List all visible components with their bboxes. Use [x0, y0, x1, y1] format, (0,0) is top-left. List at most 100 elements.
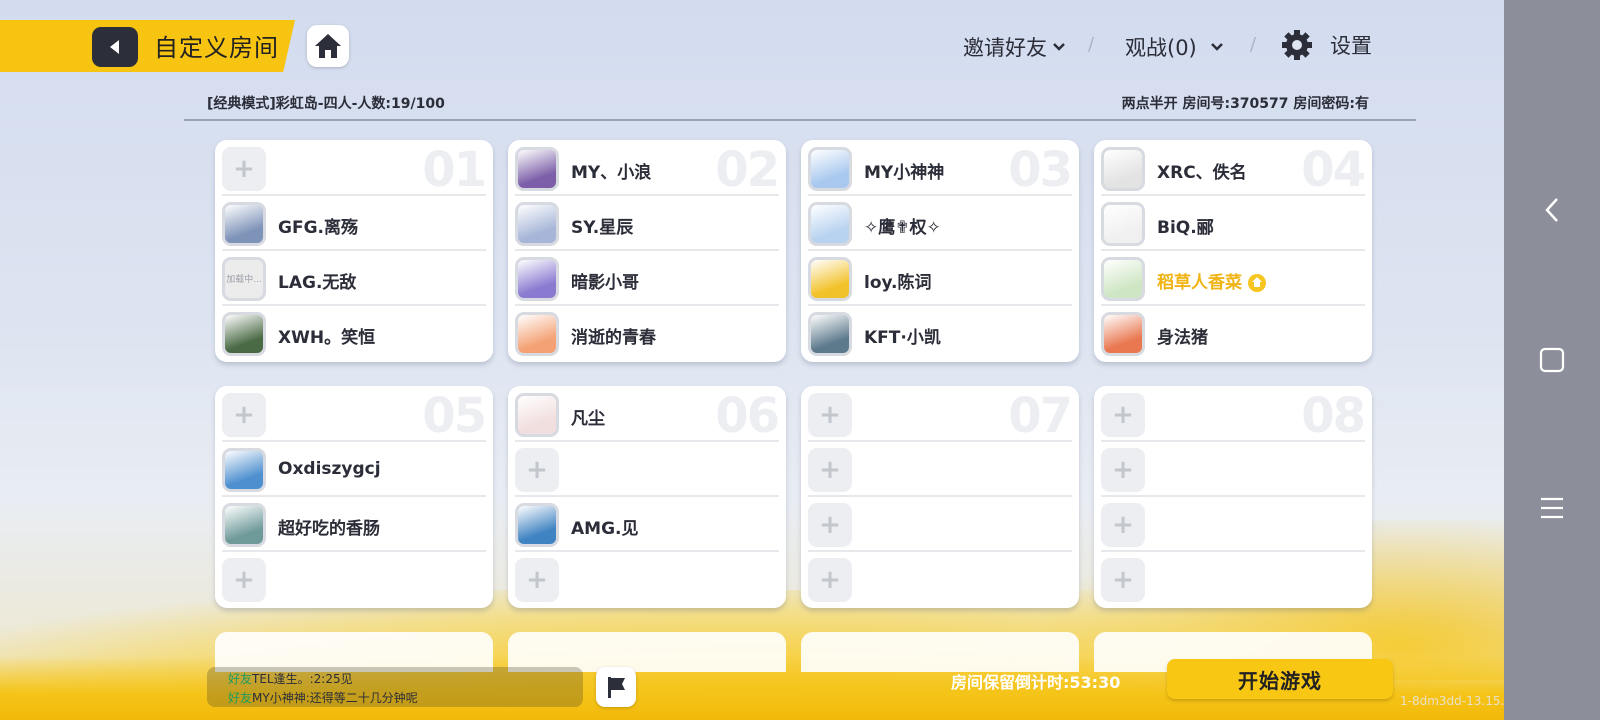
settings-label: 设置	[1330, 34, 1372, 58]
player-slot[interactable]: 稻草人香菜	[1101, 252, 1365, 306]
avatar[interactable]	[222, 448, 266, 492]
player-slot[interactable]: SY.星辰	[515, 197, 779, 251]
add-player-icon[interactable]: +	[808, 393, 852, 437]
player-slot[interactable]: Oxdiszygcj	[222, 443, 486, 497]
player-slot[interactable]: 凡尘	[515, 388, 779, 442]
player-slot[interactable]: +	[515, 443, 779, 497]
avatar[interactable]	[1101, 147, 1145, 191]
player-name: LAG.无敌	[278, 268, 356, 293]
slot-divider	[1101, 495, 1365, 497]
room-mode-info: [经典模式]彩虹岛-四人-人数:19/100	[207, 96, 445, 112]
room-owner-icon	[1248, 274, 1266, 292]
player-slot[interactable]: 消逝的青春	[515, 307, 779, 361]
player-slot[interactable]: +	[808, 553, 1072, 607]
home-button[interactable]	[307, 25, 349, 67]
player-slot[interactable]: +	[808, 498, 1072, 552]
player-slot[interactable]: +	[1101, 443, 1365, 497]
avatar[interactable]	[808, 257, 852, 301]
version-label: 1-8dm3dd-13.15.1218943	[1400, 694, 1504, 708]
flag-button[interactable]	[596, 667, 636, 707]
slot-divider	[808, 304, 1072, 306]
player-slot[interactable]: +	[515, 553, 779, 607]
avatar[interactable]	[515, 393, 559, 437]
add-player-icon[interactable]: +	[1101, 558, 1145, 602]
avatar[interactable]	[222, 312, 266, 356]
player-slot[interactable]: +	[808, 388, 1072, 442]
player-slot[interactable]: 加载中... LAG.无敌	[222, 252, 486, 306]
player-name-text: LAG.无敌	[278, 273, 357, 293]
avatar[interactable]: 加载中...	[222, 257, 266, 301]
avatar[interactable]	[808, 202, 852, 246]
player-slot[interactable]: ✧鹰✟权✧	[808, 197, 1072, 251]
player-slot[interactable]: GFG.离殇	[222, 197, 486, 251]
player-slot[interactable]: AMG.见	[515, 498, 779, 552]
player-name-text: loy.陈词	[864, 273, 932, 293]
player-name: 暗影小哥	[571, 268, 639, 293]
player-name-text: 凡尘	[571, 409, 605, 429]
player-slot[interactable]: XRC、佚名	[1101, 142, 1365, 196]
avatar[interactable]	[222, 503, 266, 547]
add-player-icon[interactable]: +	[515, 448, 559, 492]
add-player-icon[interactable]: +	[222, 393, 266, 437]
add-player-icon[interactable]: +	[515, 558, 559, 602]
spectate-label: 观战(0)	[1125, 36, 1197, 60]
nav-home-button[interactable]	[1504, 330, 1600, 390]
avatar[interactable]	[515, 202, 559, 246]
back-button[interactable]	[92, 27, 138, 67]
avatar[interactable]	[515, 257, 559, 301]
nav-back-button[interactable]	[1504, 180, 1600, 240]
avatar[interactable]	[1101, 202, 1145, 246]
player-slot[interactable]: 暗影小哥	[515, 252, 779, 306]
player-slot[interactable]: loy.陈词	[808, 252, 1072, 306]
add-player-icon[interactable]: +	[1101, 448, 1145, 492]
invite-friends-label: 邀请好友	[963, 36, 1047, 60]
slot-divider	[222, 304, 486, 306]
slot-divider	[1101, 249, 1365, 251]
chat-message: 好友TEL逢生。:2:25见	[228, 670, 353, 687]
player-name: 身法猪	[1157, 323, 1208, 348]
player-slot[interactable]: XWH。笑恒	[222, 307, 486, 361]
player-slot[interactable]: +	[1101, 498, 1365, 552]
player-slot[interactable]: MY、小浪	[515, 142, 779, 196]
invite-friends-button[interactable]: 邀请好友	[963, 32, 1067, 62]
add-player-icon[interactable]: +	[222, 147, 266, 191]
add-player-icon[interactable]: +	[222, 558, 266, 602]
player-slot[interactable]: +	[222, 388, 486, 442]
avatar[interactable]	[1101, 257, 1145, 301]
player-slot[interactable]: +	[222, 142, 486, 196]
avatar[interactable]	[1101, 312, 1145, 356]
avatar[interactable]	[515, 312, 559, 356]
player-name-text: 消逝的青春	[571, 328, 656, 348]
avatar[interactable]	[808, 147, 852, 191]
spectate-button[interactable]: 观战(0)	[1125, 32, 1225, 62]
player-slot[interactable]: BiQ.郦	[1101, 197, 1365, 251]
avatar[interactable]	[808, 312, 852, 356]
team-card-partial	[801, 632, 1079, 672]
player-slot[interactable]: +	[1101, 388, 1365, 442]
player-slot[interactable]: MY小神神	[808, 142, 1072, 196]
nav-menu-button[interactable]	[1504, 478, 1600, 538]
add-player-icon[interactable]: +	[1101, 503, 1145, 547]
player-slot[interactable]: +	[1101, 553, 1365, 607]
avatar[interactable]	[515, 503, 559, 547]
add-player-icon[interactable]: +	[808, 503, 852, 547]
chat-box[interactable]: 好友TEL逢生。:2:25见 好友MY小神神:还得等二十几分钟呢	[207, 667, 583, 707]
player-slot[interactable]: 超好吃的香肠	[222, 498, 486, 552]
start-game-button[interactable]: 开始游戏	[1167, 659, 1393, 699]
add-player-icon[interactable]: +	[1101, 393, 1145, 437]
player-name-text: SY.星辰	[571, 218, 634, 238]
team-card-partial	[508, 632, 786, 672]
avatar[interactable]	[515, 147, 559, 191]
player-name: 超好吃的香肠	[278, 514, 380, 539]
add-player-icon[interactable]: +	[808, 448, 852, 492]
avatar[interactable]	[222, 202, 266, 246]
chat-text: MY小神神:还得等二十几分钟呢	[252, 691, 418, 705]
player-slot[interactable]: +	[808, 443, 1072, 497]
slot-divider	[222, 550, 486, 552]
player-slot[interactable]: 身法猪	[1101, 307, 1365, 361]
settings-button[interactable]: 设置	[1280, 28, 1372, 62]
slot-divider	[808, 440, 1072, 442]
player-slot[interactable]: KFT·小凯	[808, 307, 1072, 361]
add-player-icon[interactable]: +	[808, 558, 852, 602]
player-slot[interactable]: +	[222, 553, 486, 607]
